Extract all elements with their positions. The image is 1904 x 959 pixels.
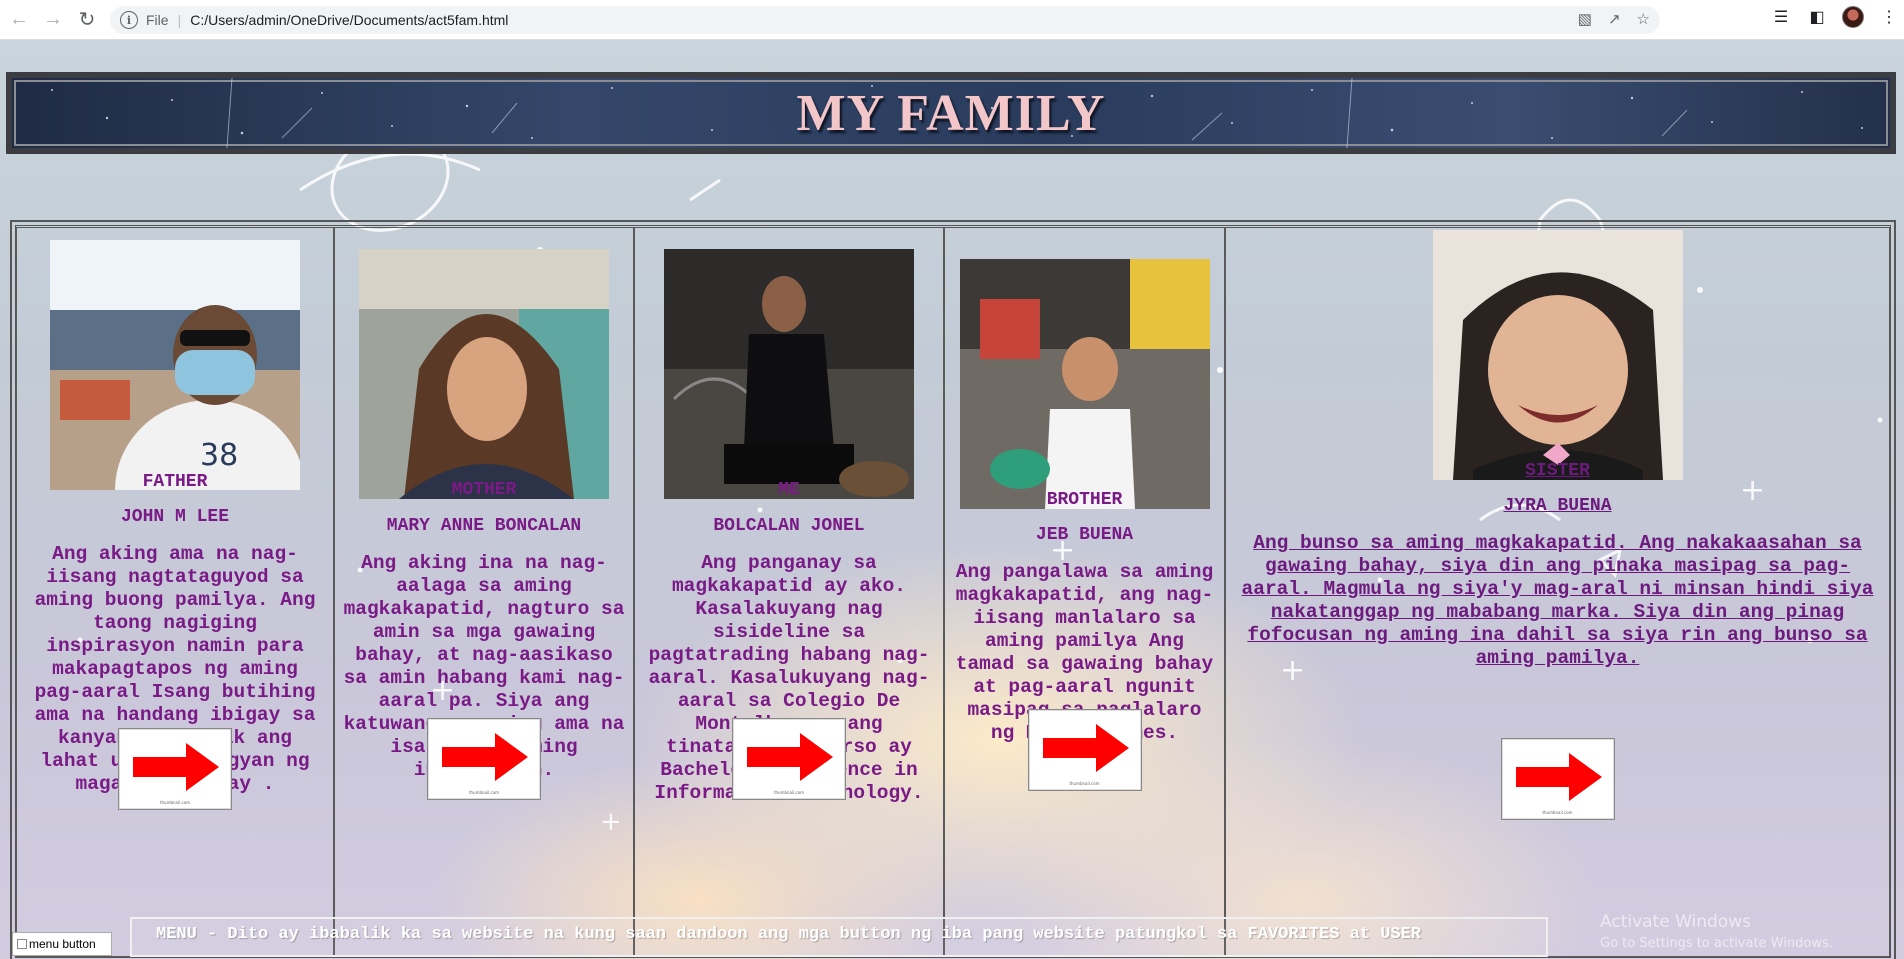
url-text[interactable]: C:/Users/admin/OneDrive/Documents/act5fa… — [190, 12, 508, 28]
address-separator: | — [177, 12, 182, 28]
member-name: MARY ANNE BONCALAN — [386, 516, 582, 536]
member-role: ME — [778, 480, 800, 500]
button-caption: thumbnail.com — [159, 800, 191, 805]
member-role: FATHER — [142, 472, 208, 492]
member-brother: BROTHER JEB BUENA Ang pangalawa sa aming… — [944, 227, 1225, 957]
right-arrow-icon — [747, 733, 833, 781]
me-photo — [664, 249, 914, 499]
member-name: JOHN M LEE — [120, 507, 230, 527]
member-name: JEB BUENA — [1035, 525, 1134, 545]
me-arrow-button[interactable]: thumbnail.com — [732, 718, 846, 800]
mother-arrow-button[interactable]: thumbnail.com — [427, 718, 541, 800]
button-caption: thumbnail.com — [1069, 781, 1100, 786]
menu-banner[interactable]: MENU - Dito ay ibabalik ka sa website na… — [130, 917, 1548, 957]
scheme-label: File — [146, 12, 169, 28]
member-role: BROTHER — [1046, 490, 1123, 510]
member-mother: MOTHER MARY ANNE BONCALAN Ang aking ina … — [334, 227, 634, 957]
forward-arrow-icon[interactable]: → — [38, 5, 68, 35]
member-sister[interactable]: SISTER JYRA BUENA Ang bunso sa aming mag… — [1225, 227, 1890, 957]
sister-photo — [1432, 230, 1683, 480]
member-name[interactable]: JYRA BUENA — [1226, 496, 1889, 516]
right-arrow-icon — [1042, 724, 1129, 772]
right-arrow-icon — [1515, 753, 1602, 801]
member-name: BOLCALAN JONEL — [713, 516, 865, 536]
header-banner: MY FAMILY — [6, 72, 1896, 154]
right-arrow-icon — [133, 743, 219, 791]
right-arrow-icon — [442, 733, 528, 781]
family-table: 38 FATHER JOHN M LEE Ang aking ama na na… — [10, 220, 1896, 959]
reading-list-icon[interactable]: ☰ — [1770, 6, 1792, 28]
member-role: MOTHER — [451, 480, 517, 500]
bookmark-star-icon[interactable]: ☆ — [1637, 10, 1650, 28]
address-bar[interactable]: i File | C:/Users/admin/OneDrive/Documen… — [110, 6, 1660, 34]
broken-image-icon — [17, 939, 27, 949]
back-arrow-icon[interactable]: ← — [4, 5, 34, 35]
page-title: MY FAMILY — [796, 84, 1106, 142]
button-caption: thumbnail.com — [1542, 810, 1573, 815]
father-arrow-button[interactable]: thumbnail.com — [118, 728, 232, 810]
kebab-menu-icon[interactable]: ⋮ — [1878, 6, 1900, 28]
menu-text[interactable]: MENU - Dito ay ibabalik ka sa website na… — [156, 925, 1421, 944]
father-photo: 38 — [50, 240, 300, 490]
side-panel-icon[interactable]: ◧ — [1806, 6, 1828, 28]
button-caption: thumbnail.com — [468, 790, 500, 795]
member-me: ME BOLCALAN JONEL Ang panganay sa magkak… — [634, 227, 944, 957]
menu-button[interactable]: menu button — [12, 932, 112, 956]
info-icon[interactable]: i — [120, 11, 138, 29]
browser-toolbar: ← → ↻ i File | C:/Users/admin/OneDrive/D… — [0, 0, 1904, 40]
share-icon[interactable]: ↗ — [1608, 10, 1621, 28]
member-father: 38 FATHER JOHN M LEE Ang aking ama na na… — [16, 227, 334, 957]
brother-arrow-button[interactable]: thumbnail.com — [1027, 709, 1142, 791]
watermark-line1: Activate Windows — [1600, 912, 1751, 932]
watermark-line2: Go to Settings to activate Windows. — [1600, 936, 1833, 951]
activate-windows-watermark: Activate Windows Go to Settings to activ… — [1600, 912, 1833, 951]
menu-button-alt-text: menu button — [29, 937, 96, 951]
page-viewport: + + + + + + + + + — [0, 40, 1904, 959]
member-description[interactable]: Ang bunso sa aming magkakapatid. Ang nak… — [1232, 532, 1883, 670]
svg-text:38: 38 — [200, 438, 238, 473]
button-caption: thumbnail.com — [773, 790, 805, 795]
member-role[interactable]: SISTER — [1226, 461, 1889, 481]
reload-icon[interactable]: ↻ — [72, 5, 102, 35]
brother-photo — [959, 259, 1210, 509]
mother-photo — [359, 249, 609, 499]
profile-avatar[interactable] — [1842, 6, 1864, 28]
sister-arrow-button[interactable]: thumbnail.com — [1500, 738, 1615, 820]
translate-icon[interactable]: ▧ — [1578, 10, 1592, 28]
